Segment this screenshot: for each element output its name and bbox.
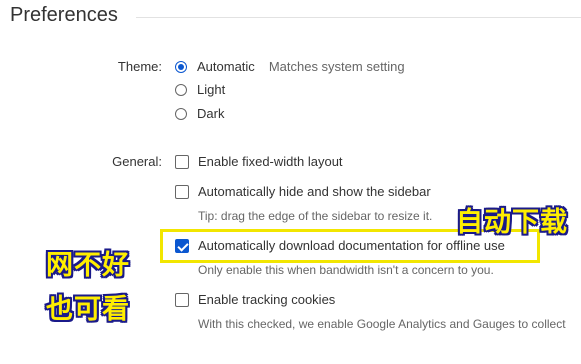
radio-dark[interactable] bbox=[175, 107, 187, 120]
offline-docs-tip: Only enable this when bandwidth isn't a … bbox=[198, 263, 494, 277]
annotation-auto-download: 自动下载 bbox=[456, 207, 568, 237]
sidebar-tip: Tip: drag the edge of the sidebar to res… bbox=[198, 209, 433, 223]
theme-option-automatic[interactable]: Automatic Matches system setting bbox=[175, 59, 405, 74]
theme-option-automatic-label: Automatic bbox=[197, 59, 255, 74]
theme-option-dark[interactable]: Dark bbox=[175, 106, 224, 121]
checkbox-tracking-cookies-label: Enable tracking cookies bbox=[198, 292, 336, 307]
annotation-line-2: 也可看 bbox=[46, 294, 130, 324]
checkbox-fixed-width[interactable]: Enable fixed-width layout bbox=[175, 154, 343, 169]
theme-label: Theme: bbox=[117, 59, 162, 74]
theme-option-light-label: Light bbox=[197, 82, 226, 97]
page-title: Preferences bbox=[10, 4, 118, 26]
annotation-line-1: 网不好 bbox=[46, 250, 130, 280]
theme-option-light[interactable]: Light bbox=[175, 82, 225, 97]
checkbox-tracking-cookies[interactable]: Enable tracking cookies bbox=[175, 292, 335, 307]
general-label: General: bbox=[112, 154, 162, 169]
checkbox-fixed-width-label: Enable fixed-width layout bbox=[198, 154, 343, 169]
checkbox-tracking-cookies-box[interactable] bbox=[175, 292, 189, 307]
checkbox-auto-hide-sidebar-box[interactable] bbox=[175, 184, 189, 199]
radio-light[interactable] bbox=[175, 83, 187, 96]
tracking-cookies-tip: With this checked, we enable Google Anal… bbox=[198, 317, 566, 331]
theme-option-dark-label: Dark bbox=[197, 106, 225, 121]
theme-automatic-note: Matches system setting bbox=[268, 59, 405, 74]
checkbox-auto-hide-sidebar[interactable]: Automatically hide and show the sidebar bbox=[175, 184, 431, 199]
checkbox-fixed-width-box[interactable] bbox=[175, 154, 189, 169]
title-divider bbox=[136, 17, 581, 18]
radio-automatic[interactable] bbox=[175, 60, 187, 73]
checkbox-auto-hide-sidebar-label: Automatically hide and show the sidebar bbox=[198, 184, 431, 199]
